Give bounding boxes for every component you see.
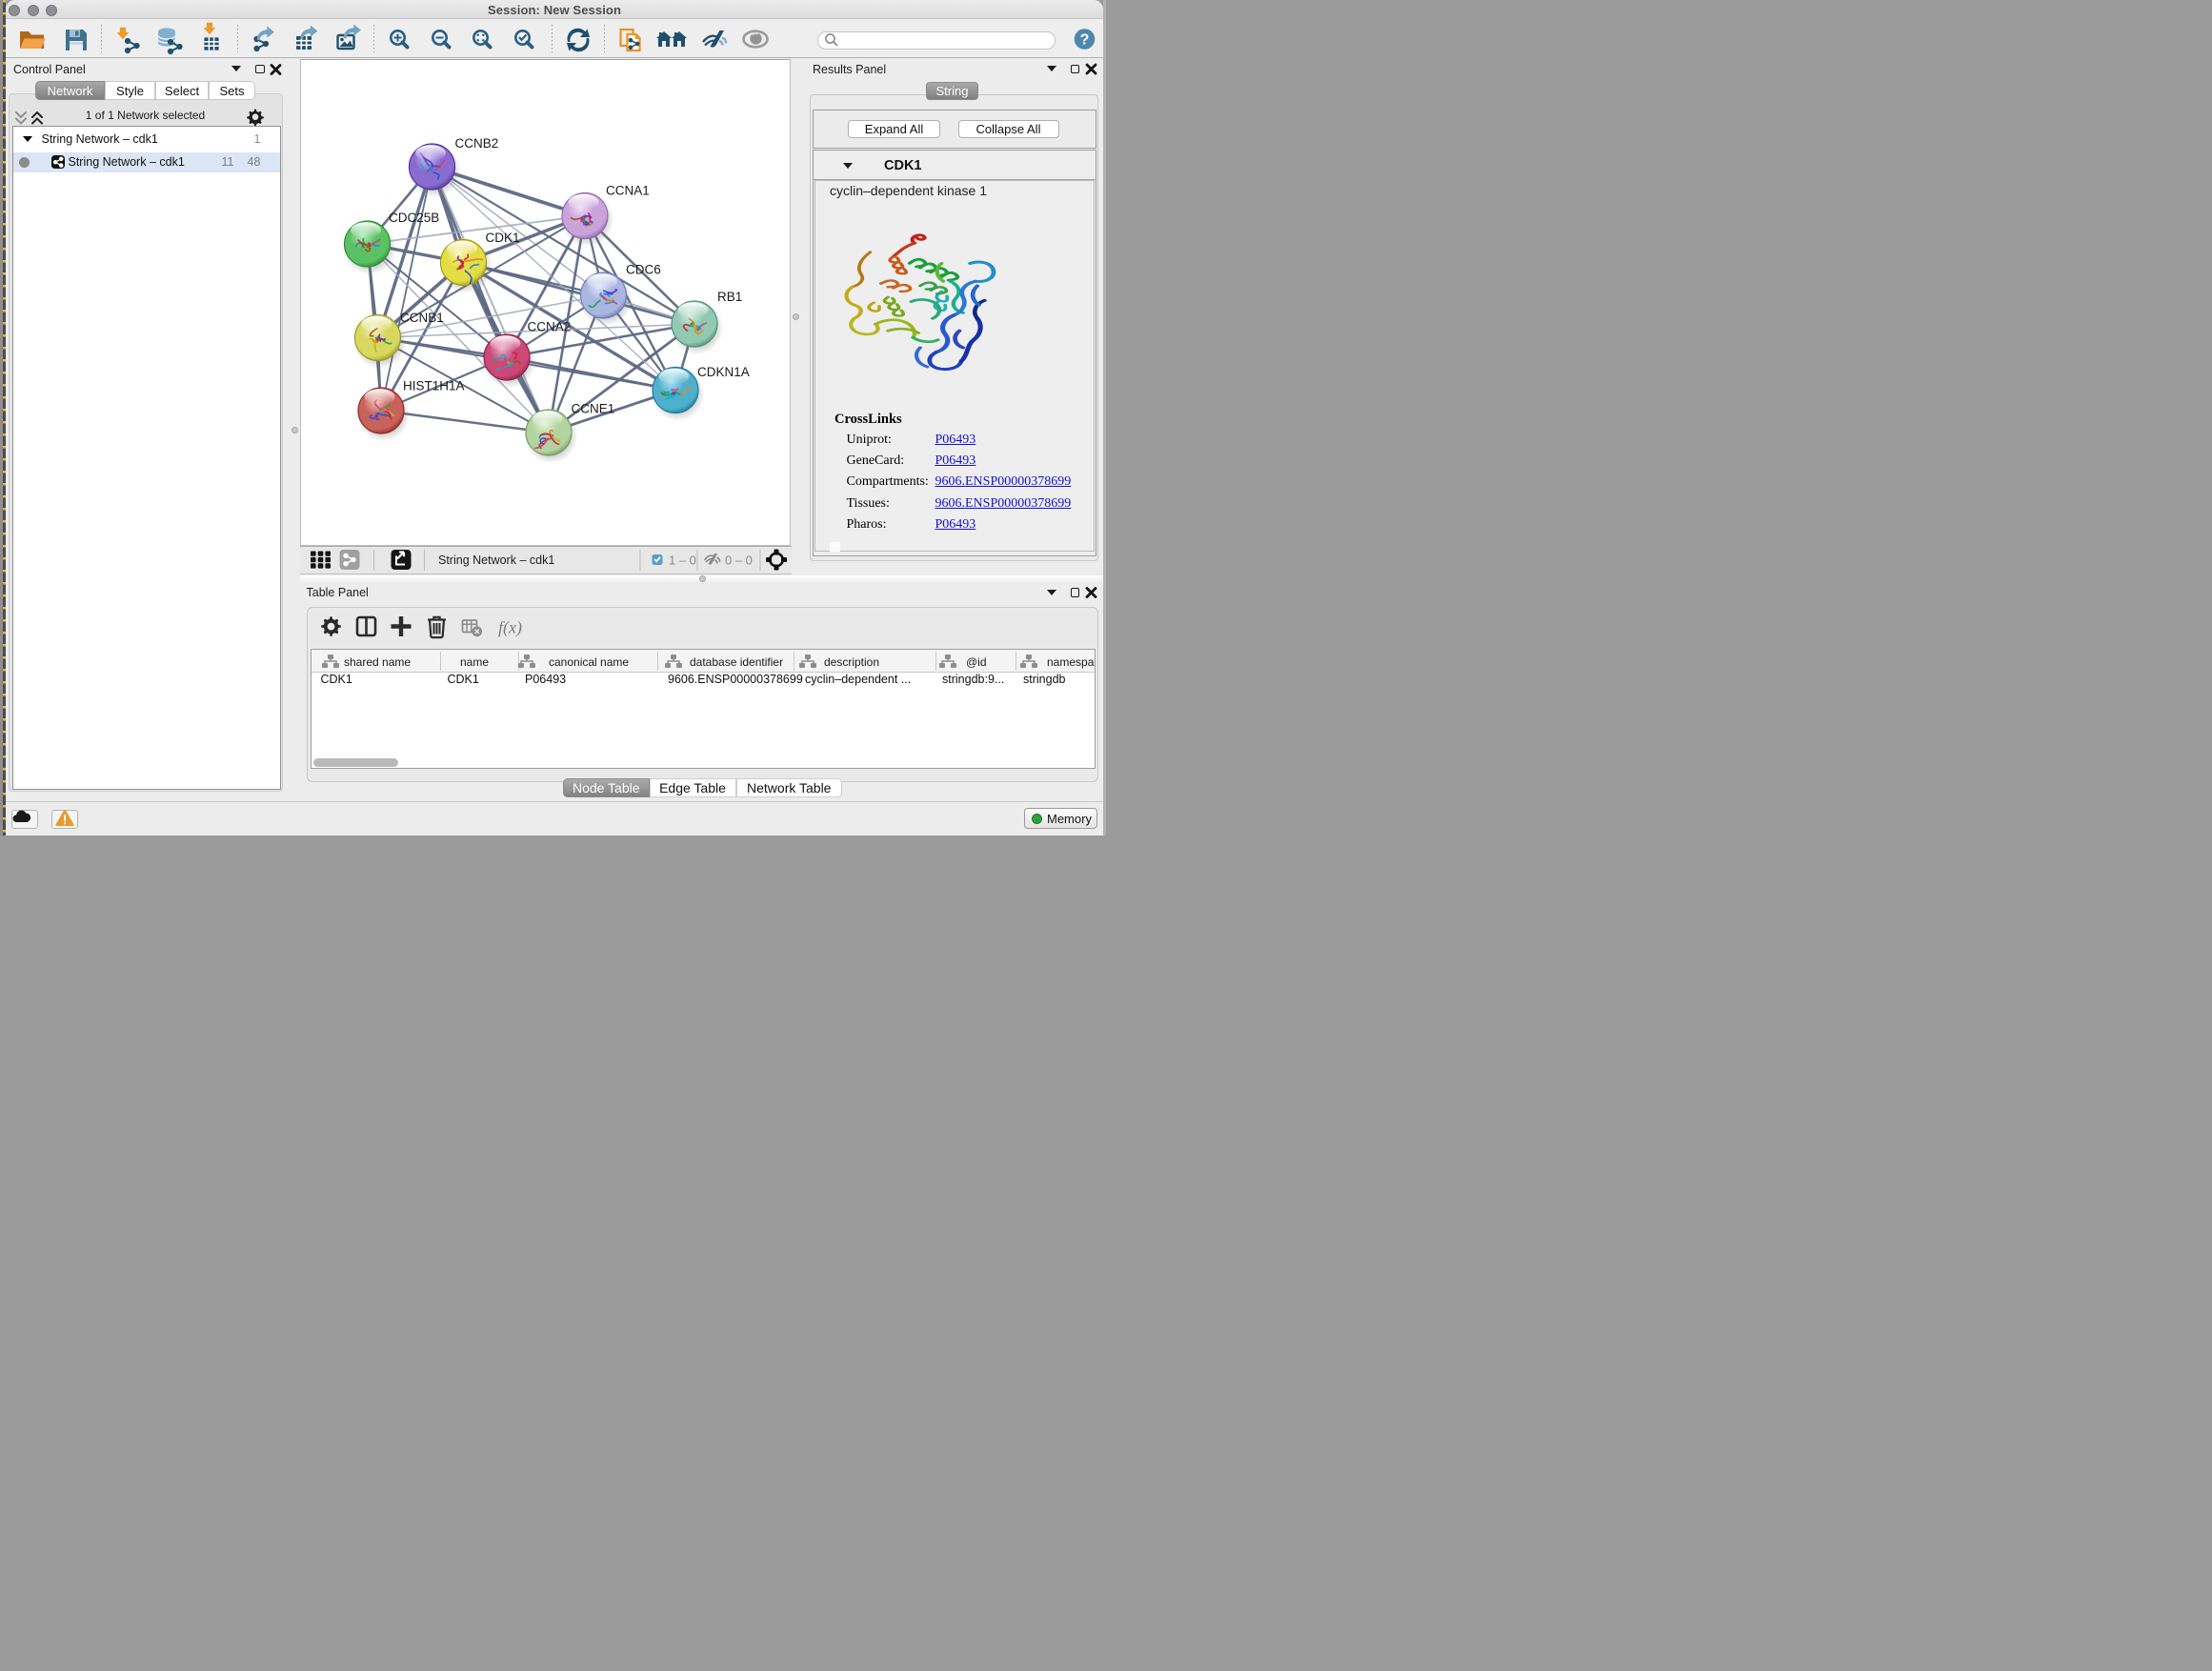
- svg-text:CDKN1A: CDKN1A: [697, 365, 750, 379]
- svg-text:CDC6: CDC6: [626, 263, 661, 277]
- svg-text:CDC25B: CDC25B: [389, 211, 439, 225]
- svg-text:HIST1H1A: HIST1H1A: [403, 379, 465, 393]
- svg-text:CDK1: CDK1: [485, 231, 519, 245]
- svg-text:1 – 0: 1 – 0: [669, 554, 696, 568]
- svg-text:f(x): f(x): [498, 617, 522, 637]
- svg-text:CCNE1: CCNE1: [571, 402, 614, 416]
- svg-text:CCNB1: CCNB1: [400, 311, 444, 325]
- svg-text:CCNB2: CCNB2: [454, 136, 498, 151]
- svg-text:?: ?: [1080, 32, 1090, 49]
- svg-text:CCNA1: CCNA1: [606, 184, 650, 198]
- svg-text:0 – 0: 0 – 0: [725, 554, 753, 568]
- svg-text:String Network – cdk1: String Network – cdk1: [438, 554, 554, 567]
- svg-text:CCNA2: CCNA2: [527, 320, 571, 334]
- svg-text:RB1: RB1: [717, 290, 742, 304]
